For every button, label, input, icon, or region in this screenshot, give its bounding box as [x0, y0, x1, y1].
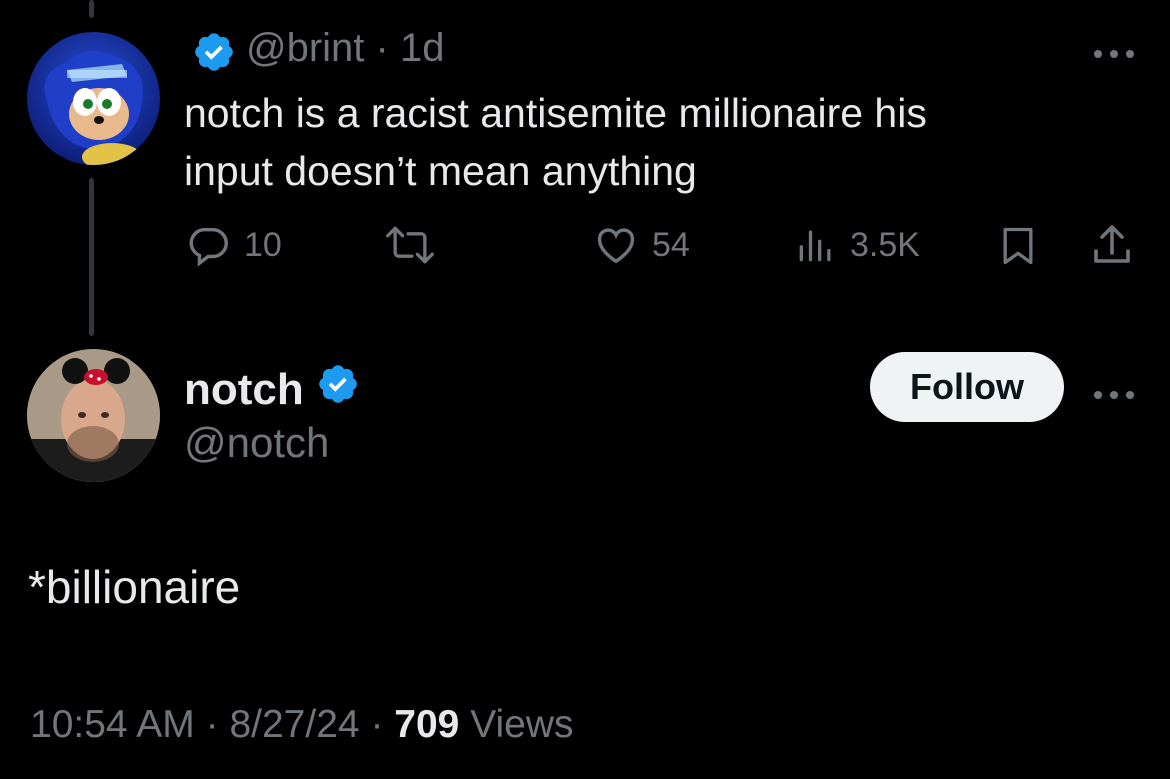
parent-handle[interactable]: @brint: [246, 26, 364, 70]
like-count: 54: [652, 225, 690, 264]
parent-tweet-text: notch is a racist antisemite millionaire…: [184, 84, 1084, 200]
share-icon[interactable]: [1088, 220, 1136, 275]
more-icon[interactable]: [1090, 377, 1138, 411]
meta-separator: ·: [205, 703, 219, 746]
follow-button[interactable]: Follow: [870, 352, 1064, 422]
parent-time[interactable]: 1d: [400, 26, 445, 70]
parent-tweet-meta: @brint · 1d: [246, 26, 445, 71]
tweet-meta: 10:54 AM · 8/27/24 · 709 Views: [30, 703, 574, 747]
thread-line-top: [89, 0, 94, 18]
reply-count: 10: [244, 225, 282, 264]
tweet-date[interactable]: 8/27/24: [229, 703, 359, 746]
verified-badge-icon: [316, 362, 360, 417]
retweet-button[interactable]: [384, 222, 436, 268]
meta-separator: ·: [375, 26, 389, 70]
main-tweet-text: *billionaire: [28, 561, 241, 613]
display-name-row: notch: [184, 362, 360, 417]
verified-badge-icon: [192, 30, 236, 79]
views-icon: [794, 222, 838, 268]
bookmark-icon[interactable]: [996, 222, 1040, 275]
more-icon[interactable]: [1090, 36, 1138, 70]
views-button[interactable]: 3.5K: [794, 222, 920, 268]
parent-tweet-line-1: notch is a racist antisemite millionaire…: [184, 90, 927, 136]
views-label: Views: [470, 703, 574, 746]
thread-line: [89, 178, 94, 336]
like-icon: [592, 222, 640, 268]
main-handle[interactable]: @notch: [184, 419, 329, 467]
avatar-notch[interactable]: [27, 349, 160, 482]
reply-button[interactable]: 10: [186, 222, 282, 268]
reply-icon: [186, 222, 232, 268]
meta-separator: ·: [370, 703, 384, 746]
views-count: 3.5K: [850, 225, 920, 264]
tweet-time[interactable]: 10:54 AM: [30, 703, 195, 746]
avatar-brint[interactable]: [27, 32, 160, 165]
parent-tweet-line-2: input doesn’t mean anything: [184, 148, 697, 194]
display-name[interactable]: notch: [184, 365, 304, 415]
views-count: 709: [394, 703, 460, 746]
retweet-icon: [384, 222, 436, 268]
like-button[interactable]: 54: [592, 222, 690, 268]
